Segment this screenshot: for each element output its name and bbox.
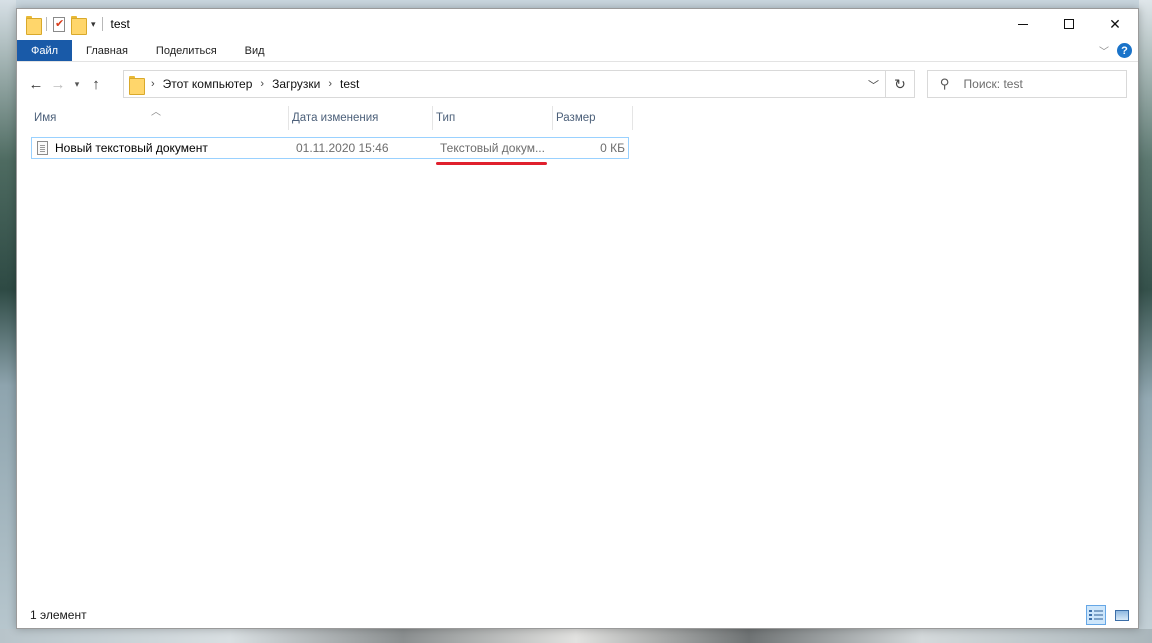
file-row[interactable]: Новый текстовый документ 01.11.2020 15:4… [31, 137, 629, 159]
ribbon-tabs: Файл Главная Поделиться Вид ﹀ ? [17, 40, 1138, 62]
close-icon: ✕ [1109, 15, 1121, 32]
sort-ascending-icon: ︿ [151, 107, 161, 118]
column-headers: ︿ Имя Дата изменения Тип Размер [31, 106, 633, 130]
large-icons-view-icon [1115, 609, 1129, 621]
breadcrumb-downloads[interactable]: Загрузки [272, 77, 320, 91]
red-underline-annotation [436, 162, 547, 165]
tab-home[interactable]: Главная [72, 40, 142, 61]
chevron-right-icon[interactable]: › [151, 78, 155, 90]
properties-icon[interactable] [53, 16, 65, 32]
explorer-window: ▾ test ✕ Файл Главная Поделиться Вид ﹀ ?… [16, 8, 1139, 629]
window-title: test [110, 17, 130, 31]
column-date-modified[interactable]: Дата изменения [289, 106, 433, 130]
new-folder-icon[interactable] [71, 15, 87, 35]
breadcrumb-test[interactable]: test [340, 77, 359, 91]
close-button[interactable]: ✕ [1092, 9, 1138, 39]
tab-view[interactable]: Вид [231, 40, 279, 61]
recent-locations-button[interactable]: ▾ [69, 72, 85, 96]
view-switcher [1086, 605, 1132, 625]
minimize-button[interactable] [1000, 9, 1046, 39]
file-date: 01.11.2020 15:46 [296, 141, 389, 155]
back-button[interactable]: ← [25, 72, 47, 96]
large-icons-view-button[interactable] [1112, 605, 1132, 625]
minimize-icon [1018, 23, 1028, 25]
status-bar: 1 элемент [17, 602, 1138, 628]
chevron-right-icon[interactable]: › [260, 78, 264, 90]
file-name-cell: Новый текстовый документ [32, 138, 290, 158]
navigation-bar: ← → ▾ ↑ › Этот компьютер › Загрузки › te… [17, 68, 1138, 100]
title-bar: ▾ test ✕ [17, 9, 1138, 39]
expand-ribbon-icon[interactable]: ﹀ [1099, 43, 1109, 58]
tab-file[interactable]: Файл [17, 40, 73, 61]
forward-button[interactable]: → [47, 72, 69, 96]
nav-buttons: ← → ▾ ↑ [17, 72, 107, 96]
search-icon: ⚲ [940, 76, 950, 91]
search-input[interactable] [963, 77, 1114, 91]
desktop-wallpaper-bottom [0, 629, 1152, 643]
up-button[interactable]: ↑ [85, 72, 107, 96]
toolbar-separator [46, 17, 47, 31]
chevron-right-icon[interactable]: › [328, 78, 332, 90]
file-type: Текстовый докум... [440, 141, 545, 155]
address-bar[interactable]: › Этот компьютер › Загрузки › test ﹀ [123, 70, 886, 98]
file-name: Новый текстовый документ [55, 141, 208, 155]
file-size: 0 КБ [600, 141, 625, 155]
desktop-wallpaper-left [0, 0, 16, 643]
search-box[interactable]: ⚲ [927, 70, 1127, 98]
breadcrumb-this-pc[interactable]: Этот компьютер [163, 77, 253, 91]
help-icon[interactable]: ? [1117, 43, 1132, 58]
maximize-button[interactable] [1046, 9, 1092, 39]
column-size[interactable]: Размер [553, 106, 633, 130]
chevron-down-icon[interactable]: ﹀ [868, 77, 879, 93]
ribbon-right: ﹀ ? [1099, 40, 1138, 61]
item-count: 1 элемент [30, 608, 87, 622]
folder-icon [129, 75, 145, 95]
maximize-icon [1064, 19, 1074, 29]
details-view-button[interactable] [1086, 605, 1106, 625]
toolbar-separator [101, 17, 103, 31]
quick-access-toolbar: ▾ [17, 15, 103, 35]
details-view-icon [1089, 609, 1103, 621]
desktop-wallpaper-right [1139, 0, 1152, 643]
text-document-icon [37, 141, 48, 155]
column-type[interactable]: Тип [433, 106, 553, 130]
folder-icon [26, 15, 42, 35]
tab-share[interactable]: Поделиться [142, 40, 231, 61]
refresh-icon: ↻ [894, 75, 906, 92]
customize-toolbar-icon[interactable]: ▾ [91, 19, 96, 30]
window-controls: ✕ [1000, 9, 1138, 39]
refresh-button[interactable]: ↻ [886, 70, 915, 98]
